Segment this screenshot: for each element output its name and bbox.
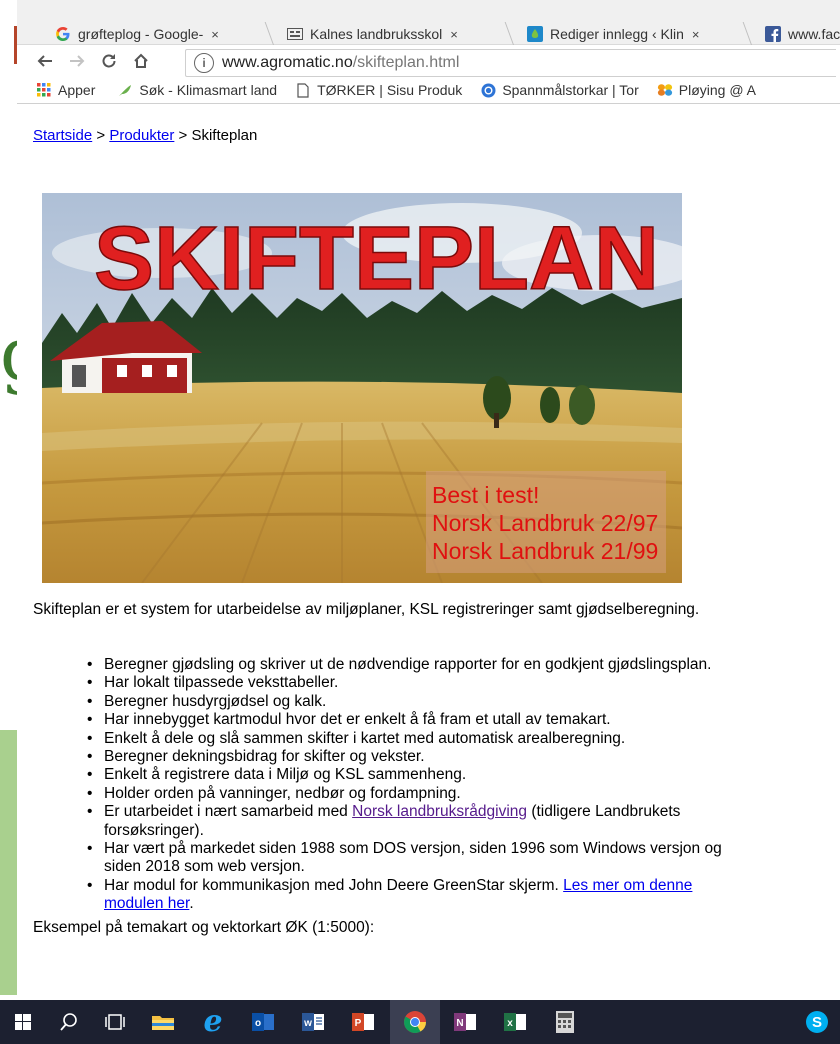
close-tab-icon[interactable]: × [450,27,458,42]
blue-circle-icon [480,82,496,98]
bookmark-klimasmart[interactable]: Søk - Klimasmart land [117,82,277,98]
tab-google[interactable]: grøfteplog - Google- × [55,23,219,45]
windows-start-icon[interactable] [0,1000,46,1044]
onenote-icon[interactable]: N [442,1000,488,1044]
list-item: Har innebygget kartmodul hvor det er enk… [87,711,747,730]
leaf-icon [117,82,133,98]
internet-explorer-icon[interactable]: e [190,1000,236,1044]
feature-list: Beregner gjødsling og skriver ut de nødv… [87,656,747,914]
forward-arrow-icon[interactable] [65,49,89,73]
list-item: Har lokalt tilpassede veksttabeller. [87,674,747,693]
google-icon [55,26,71,42]
site-icon [287,26,303,42]
banner-badge-line-1: Best i test! [432,482,539,508]
bookmark-label: Pløying @ A [678,82,757,98]
word-icon[interactable]: w [290,1000,336,1044]
list-item: Har vært på markedet siden 1988 som DOS … [87,840,747,877]
breadcrumb-separator: > [174,127,192,144]
breadcrumb-separator: > [92,127,110,144]
banner-title: SKIFTEPLAN [94,209,659,309]
tab-facebook[interactable]: www.face [765,23,840,45]
list-item: Enkelt å registrere data i Miljø og KSL … [87,766,747,785]
facebook-icon [765,26,781,42]
list-item: Beregner husdyrgjødsel og kalk. [87,693,747,712]
tab-title: Kalnes landbruksskol [310,26,443,42]
list-item: Har modul for kommunikasjon med John Dee… [87,877,747,914]
close-tab-icon[interactable]: × [692,27,700,42]
bookmark-label: Søk - Klimasmart land [139,82,278,98]
file-explorer-icon[interactable] [140,1000,186,1044]
tab-divider [264,22,275,46]
close-tab-icon[interactable]: × [211,27,219,42]
address-bar[interactable]: i www.agromatic.no/skifteplan.html [185,49,836,77]
svg-text:P: P [355,1018,362,1029]
bookmark-apps[interactable]: Apper [36,82,95,98]
bookmark-label: TØRKER | Sisu Produk [317,82,463,98]
powerpoint-icon[interactable]: P [340,1000,386,1044]
windows-taskbar: e o w P N x S [0,1000,840,1044]
search-icon[interactable] [46,1000,92,1044]
list-item: Enkelt å dele og slå sammen skifter i ka… [87,730,747,749]
svg-text:x: x [507,1018,513,1029]
svg-text:w: w [303,1018,312,1029]
breadcrumb-current: Skifteplan [191,127,258,144]
example-caption: Eksempel på temakart og vektorkart ØK (1… [33,919,375,936]
tab-divider [504,22,515,46]
bookmark-ploying[interactable]: Pløying @ A [657,82,756,98]
tab-strip: grøfteplog - Google- × Kalnes landbrukss… [17,0,840,46]
chrome-icon[interactable] [390,1000,440,1044]
page-content: Startside > Produkter > Skifteplan SKIFT… [17,103,840,1000]
tab-title: Rediger innlegg ‹ Klin [550,26,684,42]
bookmark-label: Spannmålstorkar | Tor [502,82,639,98]
task-view-icon[interactable] [92,1000,138,1044]
svg-text:N: N [456,1018,463,1029]
list-item: Holder orden på vanninger, nedbør og for… [87,785,747,804]
bookmarks-bar: Apper Søk - Klimasmart land TØRKER | Sis… [17,77,840,104]
flower-icon [657,82,673,98]
url-path: /skifteplan.html [352,54,460,71]
list-item-text: Har modul for kommunikasjon med John Dee… [104,876,564,894]
page-icon [295,82,311,98]
home-icon[interactable] [129,49,153,73]
reload-icon[interactable] [97,49,121,73]
drop-icon [527,26,543,42]
skifteplan-banner-image: SKIFTEPLAN Best i test! Norsk Landbruk 2… [42,193,682,583]
back-arrow-icon[interactable] [33,49,57,73]
tab-divider [742,22,753,46]
breadcrumb: Startside > Produkter > Skifteplan [33,127,257,144]
apps-grid-icon [36,82,52,98]
banner-badge-line-3: Norsk Landbruk 21/99 [432,538,658,564]
info-icon[interactable]: i [194,53,214,73]
breadcrumb-home-link[interactable]: Startside [33,127,92,144]
nlr-link[interactable]: Norsk landbruksrådgiving [352,803,527,820]
tab-title: grøfteplog - Google- [78,26,204,42]
svg-text:S: S [812,1014,822,1031]
bookmark-spannmal[interactable]: Spannmålstorkar | Tor [480,82,639,98]
calculator-icon[interactable] [542,1000,588,1044]
tab-rediger[interactable]: Rediger innlegg ‹ Klin × [527,23,699,45]
svg-text:o: o [255,1018,261,1029]
list-item: Beregner dekningsbidrag for skifter og v… [87,748,747,767]
tab-kalnes[interactable]: Kalnes landbruksskol × [287,23,458,45]
breadcrumb-products-link[interactable]: Produkter [109,127,174,144]
url-host: www.agromatic.no [222,54,353,71]
banner-badge-line-2: Norsk Landbruk 22/97 [432,510,658,536]
excel-icon[interactable]: x [492,1000,538,1044]
browser-toolbar: i www.agromatic.no/skifteplan.html [17,45,840,77]
tab-title: www.face [788,26,840,42]
list-item: Beregner gjødsling og skriver ut de nødv… [87,656,747,675]
bookmark-label: Apper [58,82,96,98]
background-green-panel [0,730,17,995]
list-item-text: Er utarbeidet i nært samarbeid med [104,803,353,821]
outlook-icon[interactable]: o [240,1000,286,1044]
skype-icon[interactable]: S [794,1000,840,1044]
list-item: Er utarbeidet i nært samarbeid med Norsk… [87,803,747,840]
bookmark-torker[interactable]: TØRKER | Sisu Produk [295,82,462,98]
list-item-text: . [189,895,194,913]
intro-paragraph: Skifteplan er et system for utarbeidelse… [33,601,700,618]
browser-window: grøfteplog - Google- × Kalnes landbrukss… [17,0,840,1000]
